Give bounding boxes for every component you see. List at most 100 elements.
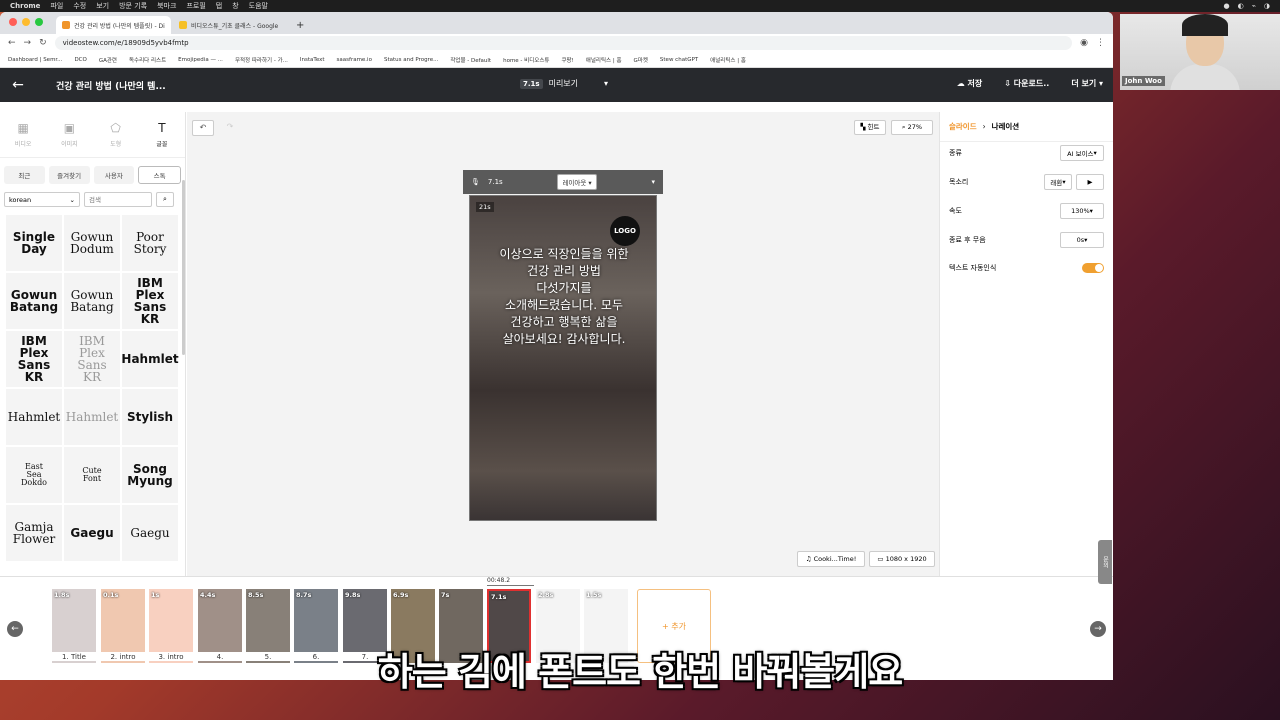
- layout-button[interactable]: 레이아웃 ▾: [557, 174, 597, 190]
- font-category-tab[interactable]: 최근: [4, 166, 45, 184]
- mic-icon[interactable]: 🎙: [471, 178, 480, 186]
- prop-speed: 속도 130% ▾: [949, 202, 1104, 220]
- mac-menu-item[interactable]: 보기: [96, 1, 109, 11]
- font-option[interactable]: Gowun Batang: [6, 273, 62, 329]
- slide-preview[interactable]: 21s LOGO 이상으로 직장인들을 위한 건강 관리 방법 다섯가지를 소개…: [469, 195, 657, 521]
- undo-button[interactable]: ↶: [192, 120, 214, 136]
- inquiry-button[interactable]: 문의: [1098, 540, 1112, 584]
- mac-menu-item[interactable]: 프로필: [186, 1, 205, 11]
- scroll-right-icon[interactable]: →: [1090, 621, 1106, 637]
- document-title[interactable]: 건강 관리 방법 (나만의 템...: [56, 79, 166, 92]
- narration-text[interactable]: 이상으로 직장인들을 위한 건강 관리 방법 다섯가지를 소개해드렸습니다. 모…: [480, 246, 648, 348]
- font-option[interactable]: Gamja Flower: [6, 505, 62, 561]
- bookmark-item[interactable]: Status and Progre...: [384, 57, 438, 63]
- back-arrow-icon[interactable]: ←: [0, 77, 36, 93]
- tool-tab-3[interactable]: T 글꼴: [139, 112, 185, 157]
- language-select[interactable]: korean ⌄: [4, 192, 80, 207]
- mac-menu-item[interactable]: 북마크: [157, 1, 176, 11]
- bookmark-item[interactable]: Stew chatGPT: [660, 57, 698, 63]
- audio-track-chip[interactable]: ♫ Cooki...Time!: [797, 551, 865, 567]
- new-tab-button[interactable]: +: [290, 16, 308, 34]
- preview-button[interactable]: 7.1s 미리보기 ▾: [520, 78, 608, 89]
- mac-menu-item[interactable]: 방문 기록: [119, 1, 147, 11]
- search-icon[interactable]: ⌕: [156, 192, 174, 207]
- font-option[interactable]: IBM Plex Sans KR: [64, 331, 120, 387]
- mac-menu-item[interactable]: Chrome: [10, 2, 40, 10]
- zoom-button[interactable]: ⌕ 27%: [891, 120, 933, 135]
- speed-select[interactable]: 130% ▾: [1060, 203, 1104, 219]
- back-icon[interactable]: ←: [8, 38, 16, 48]
- font-categories: 최근 즐겨찾기 사용자 스톡: [0, 158, 185, 188]
- font-option[interactable]: East Sea Dokdo: [6, 447, 62, 503]
- font-category-tab[interactable]: 사용자: [93, 166, 135, 184]
- more-button[interactable]: 더 보기 ▾: [1071, 78, 1103, 89]
- bookmark-item[interactable]: 작업물 - Default: [450, 56, 491, 64]
- font-option[interactable]: Poor Story: [122, 215, 178, 271]
- bookmark-item[interactable]: 애널리틱스 | 홈: [710, 56, 746, 64]
- download-button[interactable]: ⇩ 다운로드..: [1004, 78, 1049, 89]
- bookmark-item[interactable]: G마켓: [634, 56, 648, 64]
- save-button[interactable]: ☁ 저장: [957, 78, 983, 89]
- url-field[interactable]: videostew.com/e/18909d5yvb4fmtp: [54, 36, 1073, 50]
- bookmark-item[interactable]: Dashboard | Semr...: [8, 57, 62, 63]
- font-scrollbar[interactable]: [182, 180, 185, 355]
- font-option[interactable]: Gaegu: [122, 505, 178, 561]
- mac-menu-item[interactable]: 탭: [216, 1, 222, 11]
- font-option[interactable]: Gowun Batang: [64, 273, 120, 329]
- bookmark-item[interactable]: 쿠팡!: [561, 56, 573, 64]
- mac-menu-item[interactable]: 창: [232, 1, 238, 11]
- breadcrumb-slide[interactable]: 슬라이드: [949, 121, 977, 132]
- voice-select[interactable]: 래환 ▾: [1044, 174, 1072, 190]
- font-option[interactable]: Stylish: [122, 389, 178, 445]
- bookmark-item[interactable]: InstaText: [300, 57, 325, 63]
- browser-tab-editor[interactable]: 건강 관리 방법 (나만의 템플릿) - Di: [56, 16, 171, 34]
- font-option[interactable]: Hahmlet: [64, 389, 120, 445]
- voice-type-select[interactable]: AI 보이스 ▾: [1060, 145, 1104, 161]
- bookmark-item[interactable]: 애널리틱스 | 홈: [586, 56, 622, 64]
- font-option[interactable]: Gaegu: [64, 505, 120, 561]
- font-option[interactable]: Cute Font: [64, 447, 120, 503]
- tool-tab-2[interactable]: ⬠ 도형: [93, 112, 139, 157]
- bookmark-item[interactable]: saasframe.io: [337, 57, 372, 63]
- chevron-down-icon[interactable]: ▾: [651, 178, 655, 186]
- font-search-input[interactable]: [84, 192, 152, 207]
- reload-icon[interactable]: ↻: [39, 38, 47, 48]
- silence-select[interactable]: 0s ▾: [1060, 232, 1104, 248]
- auto-text-toggle[interactable]: [1082, 263, 1104, 273]
- font-category-tab[interactable]: 즐겨찾기: [48, 166, 90, 184]
- font-option[interactable]: Song Myung: [122, 447, 178, 503]
- scroll-left-icon[interactable]: ←: [7, 621, 23, 637]
- tool-tab-0[interactable]: ▦ 비디오: [0, 112, 46, 157]
- menu-dots-icon[interactable]: ⋮: [1096, 38, 1105, 48]
- font-option[interactable]: IBM Plex Sans KR: [6, 331, 62, 387]
- font-option[interactable]: Hahmlet: [121, 331, 179, 387]
- redo-button[interactable]: ↷: [219, 120, 241, 136]
- webcam-shirt: [1170, 64, 1240, 90]
- play-icon[interactable]: ▶: [1076, 174, 1104, 190]
- slide-duration: 1.5s: [586, 591, 602, 599]
- logo[interactable]: LOGO: [610, 216, 640, 246]
- hint-button[interactable]: ▚ 힌트: [854, 120, 886, 135]
- bookmark-item[interactable]: home - 비디오스튜: [503, 56, 549, 64]
- tool-tab-1[interactable]: ▣ 이미지: [46, 112, 92, 157]
- profile-icon[interactable]: ◉: [1080, 38, 1088, 48]
- bookmark-item[interactable]: DCO: [74, 57, 86, 63]
- font-option[interactable]: Gowun Dodum: [64, 215, 120, 271]
- tool-tab-label: 비디오: [14, 141, 32, 148]
- bookmark-item[interactable]: Emojipedia — ...: [178, 57, 223, 63]
- font-category-tab[interactable]: 스톡: [138, 166, 181, 184]
- mac-menu-item[interactable]: 파일: [50, 1, 63, 11]
- font-option[interactable]: Hahmlet: [6, 389, 62, 445]
- mac-menu-item[interactable]: 수정: [73, 1, 86, 11]
- bookmark-item[interactable]: 무적정 따라하기 - 가...: [235, 56, 288, 64]
- bookmark-item[interactable]: 독수리다 리스트: [129, 56, 166, 64]
- playhead[interactable]: [487, 585, 534, 586]
- mac-menu-item[interactable]: 도움말: [249, 1, 268, 11]
- font-option[interactable]: Single Day: [6, 215, 62, 271]
- mac-menu-bar: Chrome 파일 수정 보기 방문 기록 북마크 프로필 탭 창 도움말: [0, 0, 1280, 12]
- bookmark-item[interactable]: GA관련: [99, 56, 117, 64]
- forward-icon[interactable]: →: [24, 38, 32, 48]
- font-option[interactable]: IBM Plex Sans KR: [122, 273, 178, 329]
- browser-tab-docs[interactable]: 비디오스튜_기초 클래스 - Google: [173, 16, 288, 34]
- resolution-chip[interactable]: ▭ 1080 x 1920: [869, 551, 935, 567]
